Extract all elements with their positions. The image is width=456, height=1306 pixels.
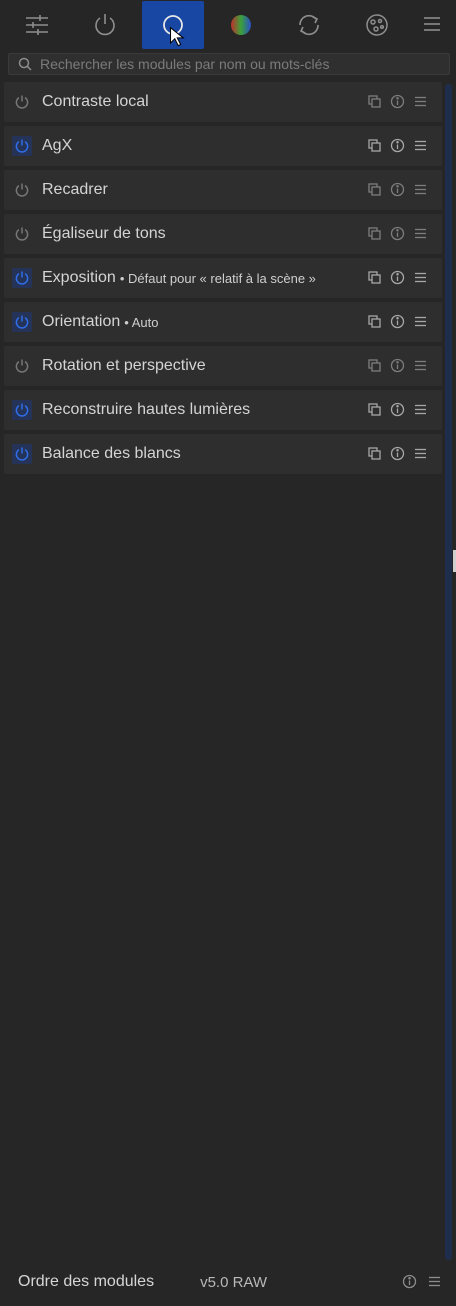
power-toggle-icon[interactable] — [12, 224, 32, 244]
module-name: Rotation et perspective — [42, 357, 206, 374]
info-icon[interactable] — [388, 444, 407, 463]
module-name: Reconstruire hautes lumières — [42, 401, 251, 418]
tab-sliders[interactable] — [6, 1, 68, 49]
sliders-icon — [26, 15, 48, 35]
instances-icon[interactable] — [365, 444, 384, 463]
presets-menu-icon[interactable] — [411, 224, 430, 243]
info-icon[interactable] — [388, 312, 407, 331]
info-icon[interactable] — [388, 224, 407, 243]
cursor-icon — [170, 26, 185, 47]
module-order-label: Ordre des modules — [18, 1273, 155, 1290]
module-row[interactable]: OrientationAuto — [4, 302, 442, 342]
info-icon[interactable] — [388, 136, 407, 155]
instances-icon[interactable] — [365, 92, 384, 111]
power-toggle-icon[interactable] — [12, 444, 32, 464]
presets-menu-icon[interactable] — [411, 268, 430, 287]
tab-effects[interactable] — [346, 1, 408, 49]
module-row[interactable]: Égaliseur de tons — [4, 214, 442, 254]
power-toggle-icon[interactable] — [12, 180, 32, 200]
darkroom-module-panel: Contraste local AgX Recadrer Égaliseur de t… — [0, 0, 456, 1306]
presets-menu-icon[interactable] — [411, 356, 430, 375]
info-icon[interactable] — [388, 356, 407, 375]
presets-menu-icon[interactable] — [411, 312, 430, 331]
instances-icon[interactable] — [365, 136, 384, 155]
menu-icon[interactable] — [425, 1272, 444, 1291]
module-name: AgX — [42, 137, 73, 154]
hamburger-menu-icon[interactable] — [422, 13, 442, 35]
module-name: Contraste local — [42, 93, 149, 110]
info-icon[interactable] — [400, 1272, 419, 1291]
module-order-footer: Ordre des modules v5.0 RAW — [0, 1262, 456, 1302]
module-row[interactable]: Recadrer — [4, 170, 442, 210]
instances-icon[interactable] — [365, 180, 384, 199]
color-wheel-icon — [231, 15, 251, 35]
module-search-box — [8, 53, 450, 75]
module-row[interactable]: Contraste local — [4, 82, 442, 122]
power-icon — [95, 14, 115, 36]
tab-search-modules[interactable] — [142, 1, 204, 49]
presets-menu-icon[interactable] — [411, 444, 430, 463]
module-list: Contraste local AgX Recadrer Égaliseur de t… — [4, 82, 442, 478]
module-preset-label: Défaut pour « relatif à la scène » — [120, 271, 316, 286]
tab-active-modules[interactable] — [74, 1, 136, 49]
module-row[interactable]: Exposition Défaut pour « relatif à la scè… — [4, 258, 442, 298]
scrollbar[interactable] — [445, 84, 452, 1260]
power-toggle-icon[interactable] — [12, 268, 32, 288]
info-icon[interactable] — [388, 92, 407, 111]
module-row[interactable]: Rotation et perspective — [4, 346, 442, 386]
presets-menu-icon[interactable] — [411, 136, 430, 155]
module-row[interactable]: AgX — [4, 126, 442, 166]
info-icon[interactable] — [388, 180, 407, 199]
instances-icon[interactable] — [365, 356, 384, 375]
power-toggle-icon[interactable] — [12, 312, 32, 332]
module-order-value[interactable]: v5.0 RAW — [200, 1274, 267, 1291]
presets-menu-icon[interactable] — [411, 92, 430, 111]
module-name: Balance des blancs — [42, 445, 181, 462]
search-input[interactable] — [40, 56, 449, 72]
module-row[interactable]: Balance des blancs — [4, 434, 442, 474]
module-name: Égaliseur de tons — [42, 225, 166, 242]
power-toggle-icon[interactable] — [12, 92, 32, 112]
tab-color[interactable] — [210, 1, 272, 49]
effects-icon — [366, 14, 388, 36]
info-icon[interactable] — [388, 400, 407, 419]
power-toggle-icon[interactable] — [12, 356, 32, 376]
power-toggle-icon[interactable] — [12, 136, 32, 156]
module-preset-label: Auto — [124, 315, 159, 330]
instances-icon[interactable] — [365, 224, 384, 243]
module-name: Orientation — [42, 313, 121, 330]
module-group-tabs — [0, 0, 456, 50]
instances-icon[interactable] — [365, 400, 384, 419]
info-icon[interactable] — [388, 268, 407, 287]
module-row[interactable]: Reconstruire hautes lumières — [4, 390, 442, 430]
power-toggle-icon[interactable] — [12, 400, 32, 420]
search-icon — [18, 57, 32, 71]
presets-menu-icon[interactable] — [411, 180, 430, 199]
refresh-icon — [299, 14, 319, 36]
presets-menu-icon[interactable] — [411, 400, 430, 419]
instances-icon[interactable] — [365, 312, 384, 331]
module-name: Recadrer — [42, 181, 108, 198]
module-name: Exposition — [42, 269, 116, 286]
tab-correct[interactable] — [278, 1, 340, 49]
instances-icon[interactable] — [365, 268, 384, 287]
